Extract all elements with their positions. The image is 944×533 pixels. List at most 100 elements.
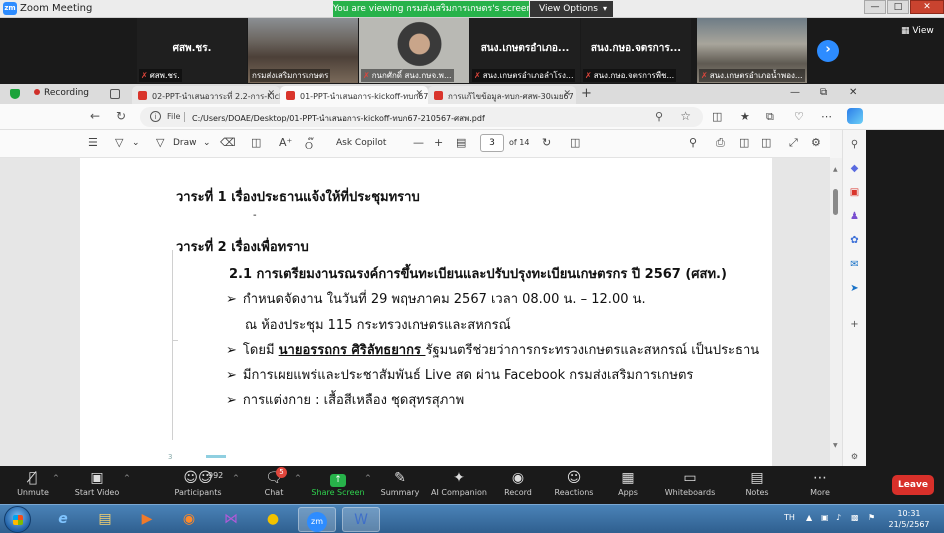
volume-icon[interactable]: ♪ [836,513,841,522]
refresh-icon[interactable]: ↻ [116,109,126,123]
browser-minimize-icon[interactable]: — [790,87,800,98]
chat-chevron-icon[interactable]: ^ [295,474,301,482]
zoom-icon[interactable]: ⚲ [655,110,663,123]
sidebar-copilot-icon[interactable]: ✿ [848,234,861,247]
gallery-tile[interactable]: ศสพ.ชร. ✗ ศสพ.ชร. [137,18,247,83]
visual-studio-icon[interactable]: ⋈ [212,507,250,532]
favorites-icon[interactable]: ★ [740,110,750,123]
zoom-taskbar-icon[interactable]: zm [298,507,336,532]
whiteboards-button[interactable]: ▭ Whiteboards [658,468,722,497]
minimize-button[interactable]: — [864,0,886,14]
more-button[interactable]: ⋯ More [788,468,852,497]
file-explorer-icon[interactable]: ▤ [86,507,124,532]
chat-button[interactable]: 🗨 Chat [242,468,306,497]
sidebar-games-icon[interactable]: ♟ [848,210,861,223]
settings-gear-icon[interactable]: ⚙ [811,136,821,149]
sidebar-add-icon[interactable]: + [848,318,861,331]
draw-chevron-icon[interactable]: ⌄ [203,138,211,148]
copilot-icon[interactable] [847,108,863,124]
close-tab-icon[interactable]: ✕ [563,89,571,99]
ask-copilot-button[interactable]: Ask Copilot [336,138,386,148]
internet-explorer-icon[interactable]: e [44,507,82,532]
page-number-input[interactable]: 3 [480,134,504,152]
url-text[interactable]: C:/Users/DOAE/Desktop/01-PPT-นำเสนอการ-k… [192,112,485,125]
info-icon[interactable]: i [150,111,161,122]
read-aloud-icon[interactable]: A⁺ [279,136,292,149]
maximize-button[interactable]: □ [887,0,909,14]
print-icon[interactable]: ⎙ [716,136,725,150]
share-screen-button[interactable]: ↑ Share Screen [306,468,370,497]
sidebar-settings-icon[interactable]: ⚙ [848,450,861,463]
fit-page-icon[interactable]: ▤ [456,136,466,149]
tray-network-icon[interactable]: ▣ [821,513,829,522]
media-player-icon[interactable]: ▶ [128,507,166,532]
sidebar-send-icon[interactable]: ➤ [848,282,861,295]
sidebar-tools-icon[interactable]: ▣ [848,186,861,199]
scroll-up-arrow-icon[interactable]: ▲ [833,166,838,173]
rotate-icon[interactable]: ↻ [542,136,551,149]
save-as-icon[interactable]: ◫ [761,136,771,149]
language-indicator[interactable]: TH [784,513,795,522]
tray-arrow-icon[interactable]: ▲ [806,513,812,522]
participants-chevron-icon[interactable]: ^ [233,474,239,482]
browser-restore-icon[interactable]: ⧉ [820,87,827,98]
summary-button[interactable]: ✎ Summary [368,468,432,497]
back-arrow-icon[interactable]: ← [90,109,100,123]
gallery-tile[interactable]: สนง.เกษตรอำเภอ... ✗ สนง.เกษตรอำเภอลำโรง..… [470,18,580,83]
page-view-icon[interactable]: ◫ [570,136,580,149]
gallery-tile[interactable]: ✗ กนกศักดิ์ สนง.กษจ.พ... [359,18,469,83]
start-button[interactable] [4,506,31,533]
record-button[interactable]: ◉ Record [486,468,550,497]
fullscreen-icon[interactable]: ⤢ [789,136,798,150]
view-button[interactable]: ▦ View [901,26,934,36]
apps-button[interactable]: ▦ Apps [596,468,660,497]
split-screen-icon[interactable]: ◫ [712,110,722,123]
highlight-icon[interactable]: ▽ [115,136,123,149]
sidebar-shopping-icon[interactable]: ◆ [848,162,861,175]
chrome-icon[interactable]: ● [254,507,292,532]
browser-essentials-icon[interactable]: ♡ [794,110,804,123]
system-clock[interactable]: 10:31 21/5/2567 [885,508,933,530]
gallery-tile[interactable]: สนง.กษอ.จตรการ... ✗ สนง.กษอ.จตรการพืช... [581,18,691,83]
vertical-scrollbar[interactable]: ▲ ▼ [830,158,842,466]
favorite-star-icon[interactable]: ☆ [680,109,691,123]
erase-icon[interactable]: ⌫ [220,136,236,149]
more-options-icon[interactable]: ⋯ [821,110,832,123]
zoom-out-icon[interactable]: — [413,136,424,149]
collections-icon[interactable]: ⧉ [766,110,774,124]
new-tab-plus-icon[interactable]: + [581,86,592,101]
firefox-icon[interactable]: ◉ [170,507,208,532]
draw-button[interactable]: Draw [173,138,197,148]
start-video-button[interactable]: ▣ Start Video [65,468,129,497]
tab-ppt-2-2[interactable]: 02-PPT-นำเสนอวาระที่ 2.2-การ-Kick ✕ [132,86,280,104]
word-icon[interactable]: W [342,507,380,532]
tab-data-edit[interactable]: การแก้ไขข้อมูล-ทบก-ศสพ-30เมย67 ✕ [428,86,576,104]
view-options-button[interactable]: View Options ▾ [530,1,613,17]
audio-options-chevron-icon[interactable]: ^ [53,474,59,482]
network-icon[interactable]: ▩ [851,513,859,522]
notes-button[interactable]: ▤ Notes [725,468,789,497]
draw-icon[interactable]: ▽ [156,136,164,149]
scroll-down-arrow-icon[interactable]: ▼ [833,442,838,449]
unmute-button[interactable]: 🎙̸ Unmute [1,468,65,497]
action-center-flag-icon[interactable]: ⚑ [868,513,875,522]
sidebar-outlook-icon[interactable]: ✉ [848,258,861,271]
gallery-tile-active[interactable]: กรมส่งเสริมการเกษตร [248,18,358,83]
ai-companion-button[interactable]: ✦ AI Companion [427,468,491,497]
highlight-chevron-icon[interactable]: ⌄ [132,138,140,148]
next-page-arrow-icon[interactable]: › [817,40,839,62]
gallery-tile[interactable]: ✗ สนง.เกษตรอำเภอน้ำพอง... [697,18,807,83]
translate-icon[interactable]: ୦๊ [305,136,313,154]
zoom-in-icon[interactable]: + [434,136,443,149]
tab-actions-icon[interactable] [110,89,120,99]
close-tab-icon[interactable]: ✕ [415,89,423,99]
close-button[interactable]: ✕ [910,0,944,14]
browser-close-icon[interactable]: ✕ [849,87,857,98]
tab-ppt-kickoff[interactable]: 01-PPT-นำเสนอการ-kickoff-ทบก67 ✕ [280,86,428,104]
search-icon[interactable]: ⚲ [689,136,697,149]
scrollbar-thumb[interactable] [833,189,838,215]
url-field[interactable]: i File C:/Users/DOAE/Desktop/01-PPT-นำเส… [140,107,703,127]
contents-list-icon[interactable]: ☰ [88,136,98,149]
video-options-chevron-icon[interactable]: ^ [124,474,130,482]
leave-button[interactable]: Leave [892,475,934,495]
